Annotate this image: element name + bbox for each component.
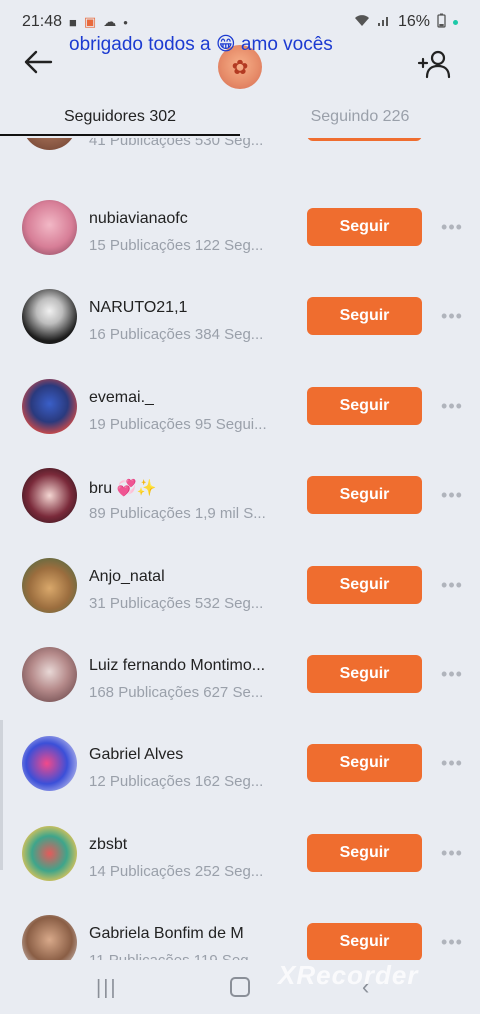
avatar[interactable] [22,468,77,523]
list-item[interactable]: Gabriel Alves 12 Publicações 162 Seg... … [0,720,480,809]
more-options-icon[interactable]: ••• [437,927,467,957]
more-options-icon[interactable]: ••• [437,391,467,421]
user-stats: 41 Publicações 530 Seg... [89,138,264,149]
user-stats: 15 Publicações 122 Seg... [89,237,264,254]
list-item[interactable]: NARUTO21,1 16 Publicações 384 Seg... Seg… [0,273,480,362]
avatar[interactable] [22,736,77,791]
user-stats: 11 Publicações 119 Seg... [89,952,289,960]
follow-button[interactable]: Seguir [307,297,422,335]
user-name[interactable]: Luiz fernando Montimo... [89,657,265,675]
arrow-left-icon [24,50,53,74]
home-icon[interactable] [230,977,250,997]
tab-following[interactable]: Seguindo 226 [240,98,480,136]
user-stats: 168 Publicações 627 Se... [89,684,264,701]
page-title: obrigado todos a 😁 amo vocês [69,34,333,55]
follow-button[interactable]: Seguir [307,208,422,246]
profile-avatar-icon: ✿ [231,56,249,79]
user-name[interactable]: Gabriela Bonfim de M [89,925,244,943]
user-name[interactable]: Anjo_natal [89,568,165,586]
more-options-icon[interactable]: ••• [437,570,467,600]
avatar[interactable] [22,138,77,150]
tabs: Seguidores 302 Seguindo 226 [0,98,480,138]
follow-button[interactable]: Seguir [307,655,422,693]
avatar[interactable] [22,200,77,255]
follow-button[interactable]: Seguir [307,744,422,782]
user-name[interactable]: evemai._ [89,389,154,407]
follow-button[interactable]: Seguir [307,138,422,141]
follow-button[interactable]: Seguir [307,476,422,514]
list-item[interactable]: Gabriela Bonfim de M 11 Publicações 119 … [0,899,480,960]
user-stats: 89 Publicações 1,9 mil S... [89,505,266,522]
follow-button[interactable]: Seguir [307,566,422,604]
active-tab-indicator [0,134,240,136]
header: ✿ obrigado todos a 😁 amo vocês [0,28,480,98]
avatar[interactable] [22,558,77,613]
user-name[interactable]: Gabriel Alves [89,746,183,764]
followers-list[interactable]: 41 Publicações 530 Seg... Seguir ••• nub… [0,138,480,960]
user-stats: 19 Publicações 95 Segui... [89,416,267,433]
list-item[interactable]: bru 💞✨ 89 Publicações 1,9 mil S... Segui… [0,452,480,541]
tab-followers[interactable]: Seguidores 302 [0,98,240,136]
more-options-icon[interactable]: ••• [437,212,467,242]
list-item[interactable]: Luiz fernando Montimo... 168 Publicações… [0,631,480,720]
avatar[interactable] [22,826,77,881]
watermark: XRecorder [278,960,419,990]
recent-apps-icon[interactable]: ||| [96,977,118,1000]
list-item[interactable]: evemai._ 19 Publicações 95 Segui... Segu… [0,363,480,452]
user-name[interactable]: NARUTO21,1 [89,299,187,317]
avatar[interactable] [22,915,77,960]
user-stats: 16 Publicações 384 Seg... [89,326,264,343]
user-name[interactable]: bru 💞✨ [89,478,156,498]
user-name[interactable]: zbsbt [89,836,127,854]
user-stats: 14 Publicações 252 Seg... [89,863,264,880]
recording-dot-icon [453,19,458,25]
avatar[interactable] [22,379,77,434]
back-button[interactable] [20,44,56,80]
list-item[interactable]: Anjo_natal 31 Publicações 532 Seg... Seg… [0,542,480,631]
add-user-button[interactable] [416,46,452,82]
more-options-icon[interactable]: ••• [437,301,467,331]
add-user-icon [417,50,451,79]
more-options-icon[interactable]: ••• [437,748,467,778]
list-item[interactable]: nubiavianaofc 15 Publicações 122 Seg... … [0,184,480,273]
more-options-icon[interactable]: ••• [437,659,467,689]
user-stats: 12 Publicações 162 Seg... [89,773,264,790]
avatar[interactable] [22,289,77,344]
more-options-icon[interactable]: ••• [437,480,467,510]
more-options-icon[interactable]: ••• [437,838,467,868]
user-stats: 31 Publicações 532 Seg... [89,595,264,612]
list-item[interactable]: 41 Publicações 530 Seg... Seguir ••• [0,138,480,168]
follow-button[interactable]: Seguir [307,834,422,872]
avatar[interactable] [22,647,77,702]
follow-button[interactable]: Seguir [307,923,422,960]
user-name[interactable]: nubiavianaofc [89,210,188,228]
follow-button[interactable]: Seguir [307,387,422,425]
list-item[interactable]: zbsbt 14 Publicações 252 Seg... Seguir •… [0,810,480,899]
